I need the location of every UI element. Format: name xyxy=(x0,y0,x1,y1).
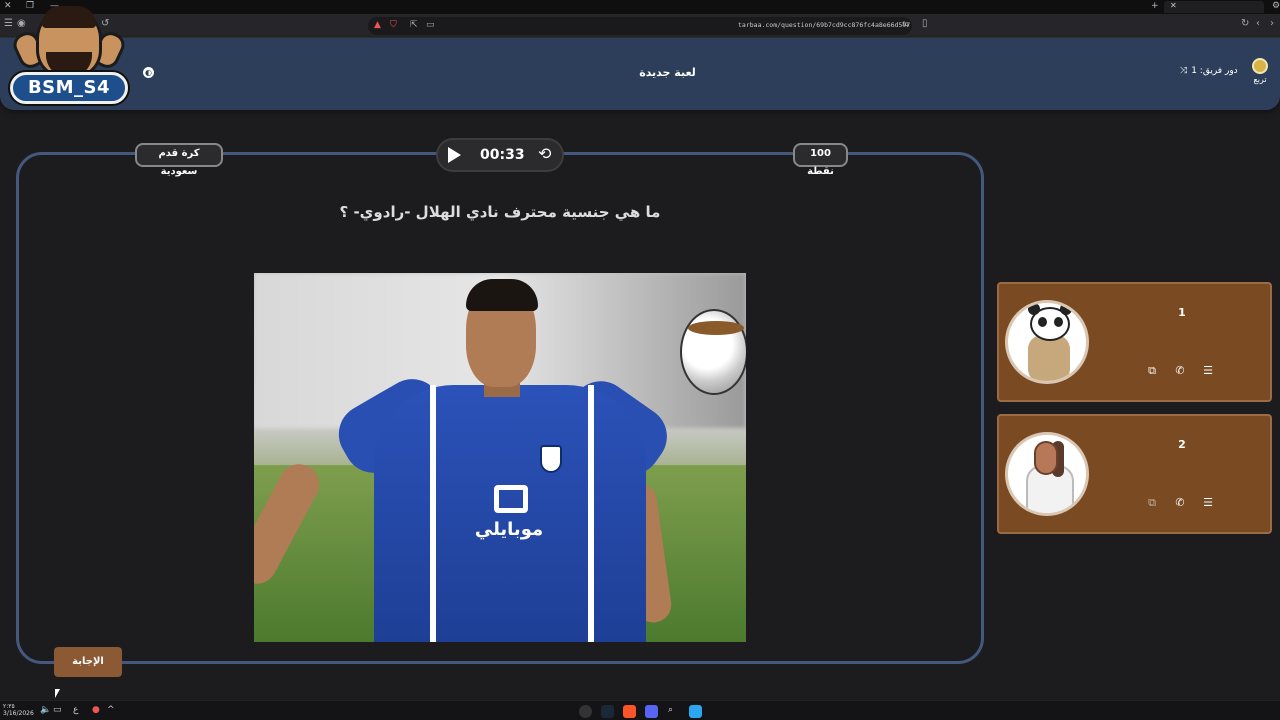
back-icon[interactable]: ‹ xyxy=(1256,18,1260,29)
football xyxy=(680,309,746,395)
team-number: 1 xyxy=(1178,306,1186,319)
language-icon[interactable]: ◐ xyxy=(143,67,154,78)
timer-control: 00:33 ⟲ xyxy=(436,138,564,172)
browser-toolbar: ☰ ◉ ↺ ▲ ⛉ ⇱ ▭ tarbaa.com/question/69b7cd… xyxy=(0,14,1280,38)
turn-label: دور فريق: 1 xyxy=(1191,66,1238,76)
double-points-icon[interactable]: ⧉ xyxy=(1145,364,1159,378)
logo-label: تربع xyxy=(1253,75,1267,84)
team-tools: ⧉ ✆ ☰ xyxy=(1145,364,1215,378)
question-text: ما هي جنسية محترف نادي الهلال -رادوي- ؟ xyxy=(339,203,661,221)
clock-date: 3/16/2026 xyxy=(3,710,34,717)
horse-avatar xyxy=(1005,432,1089,516)
streamer-name: BSM_S4 xyxy=(10,72,128,104)
double-points-icon[interactable]: ⧉ xyxy=(1145,496,1159,510)
team-card-1[interactable]: 1 ⧉ ✆ ☰ xyxy=(997,282,1272,402)
team-tools: ⧉ ✆ ☰ xyxy=(1145,496,1215,510)
call-friend-icon[interactable]: ✆ xyxy=(1173,364,1187,378)
taskbar-clock[interactable]: ٢:٣٥ 3/16/2026 xyxy=(3,703,34,717)
reset-timer-icon[interactable]: ⟲ xyxy=(538,144,551,163)
category-badge: كرة قدم سعودية xyxy=(135,143,223,177)
start-menu-icon[interactable] xyxy=(689,705,702,718)
shirt-stripe xyxy=(430,385,436,642)
sponsor-text: موبايلي xyxy=(474,519,544,540)
network-icon[interactable]: ▭ xyxy=(53,705,62,715)
team-turn-indicator[interactable]: ⤨ دور فريق: 1 xyxy=(1180,66,1238,76)
shields-icon[interactable]: ⛉ xyxy=(390,20,397,30)
player-shirt xyxy=(374,385,646,642)
url-text[interactable]: tarbaa.com/question/69b7cd9cc876fc4a8e66… xyxy=(738,21,910,29)
translate-icon[interactable]: ⇆ xyxy=(902,20,910,30)
search-icon[interactable]: ⌕ xyxy=(668,705,673,715)
microphone-icon[interactable]: ● xyxy=(92,705,100,715)
team-number: 2 xyxy=(1178,438,1186,451)
new-tab-icon[interactable]: + xyxy=(1151,1,1159,11)
sponsor-logo-icon xyxy=(494,485,528,513)
points-badge: 100 نقطة xyxy=(793,143,848,177)
shuffle-icon: ⤨ xyxy=(1180,66,1188,76)
club-crest-icon xyxy=(540,445,562,473)
brave-app-icon[interactable] xyxy=(623,705,636,718)
play-icon[interactable] xyxy=(448,147,461,163)
settings-icon[interactable]: ⚙ xyxy=(1272,1,1280,11)
player-hair xyxy=(466,279,538,311)
bookmark-icon[interactable]: ▯ xyxy=(922,18,928,29)
share-icon[interactable]: ⇱ xyxy=(410,20,418,30)
logo-emblem-icon xyxy=(1252,58,1268,74)
obs-app-icon[interactable] xyxy=(579,705,592,718)
question-image: موبايلي xyxy=(254,273,746,642)
address-bar[interactable]: ▲ ⛉ ⇱ ▭ tarbaa.com/question/69b7cd9cc876… xyxy=(368,17,912,35)
brave-icon[interactable]: ▲ xyxy=(374,20,381,30)
clock-time: ٢:٣٥ xyxy=(3,703,15,710)
reader-icon[interactable]: ▭ xyxy=(426,20,435,30)
page-title[interactable]: لعبة جديدة xyxy=(600,66,735,79)
forward-icon[interactable]: › xyxy=(1270,18,1274,29)
app-header: ◐ لعبة جديدة ⤨ دور فريق: 1 تربع xyxy=(0,38,1280,110)
mouse-cursor-icon xyxy=(55,689,60,698)
cartoon-hair xyxy=(42,6,96,28)
discord-app-icon[interactable] xyxy=(645,705,658,718)
call-friend-icon[interactable]: ✆ xyxy=(1173,496,1187,510)
steam-app-icon[interactable] xyxy=(601,705,614,718)
team-card-2[interactable]: 2 ⧉ ✆ ☰ xyxy=(997,414,1272,534)
keyboard-layout-icon[interactable]: ع xyxy=(73,705,78,715)
site-logo[interactable]: تربع xyxy=(1248,58,1272,90)
list-icon[interactable]: ☰ xyxy=(1201,496,1215,510)
answer-button[interactable]: الإجابة xyxy=(54,647,122,677)
timer-display: 00:33 xyxy=(480,147,525,163)
browser-titlebar: ✕ ❐ — + ✕ ⚙ xyxy=(0,0,1280,14)
tray-expand-icon[interactable]: ^ xyxy=(107,705,115,715)
list-icon[interactable]: ☰ xyxy=(1201,364,1215,378)
streamer-overlay: BSM_S4 xyxy=(6,4,132,108)
active-tab[interactable]: ✕ xyxy=(1164,1,1264,13)
shirt-stripe xyxy=(588,385,594,642)
volume-icon[interactable]: 🔈 xyxy=(40,705,51,715)
tab-close-icon[interactable]: ✕ xyxy=(1170,1,1177,10)
reload-icon[interactable]: ↻ xyxy=(1241,18,1249,29)
os-taskbar: ٢:٣٥ 3/16/2026 🔈 ▭ ع ● ^ ⌕ xyxy=(0,700,1280,720)
panda-avatar xyxy=(1005,300,1089,384)
